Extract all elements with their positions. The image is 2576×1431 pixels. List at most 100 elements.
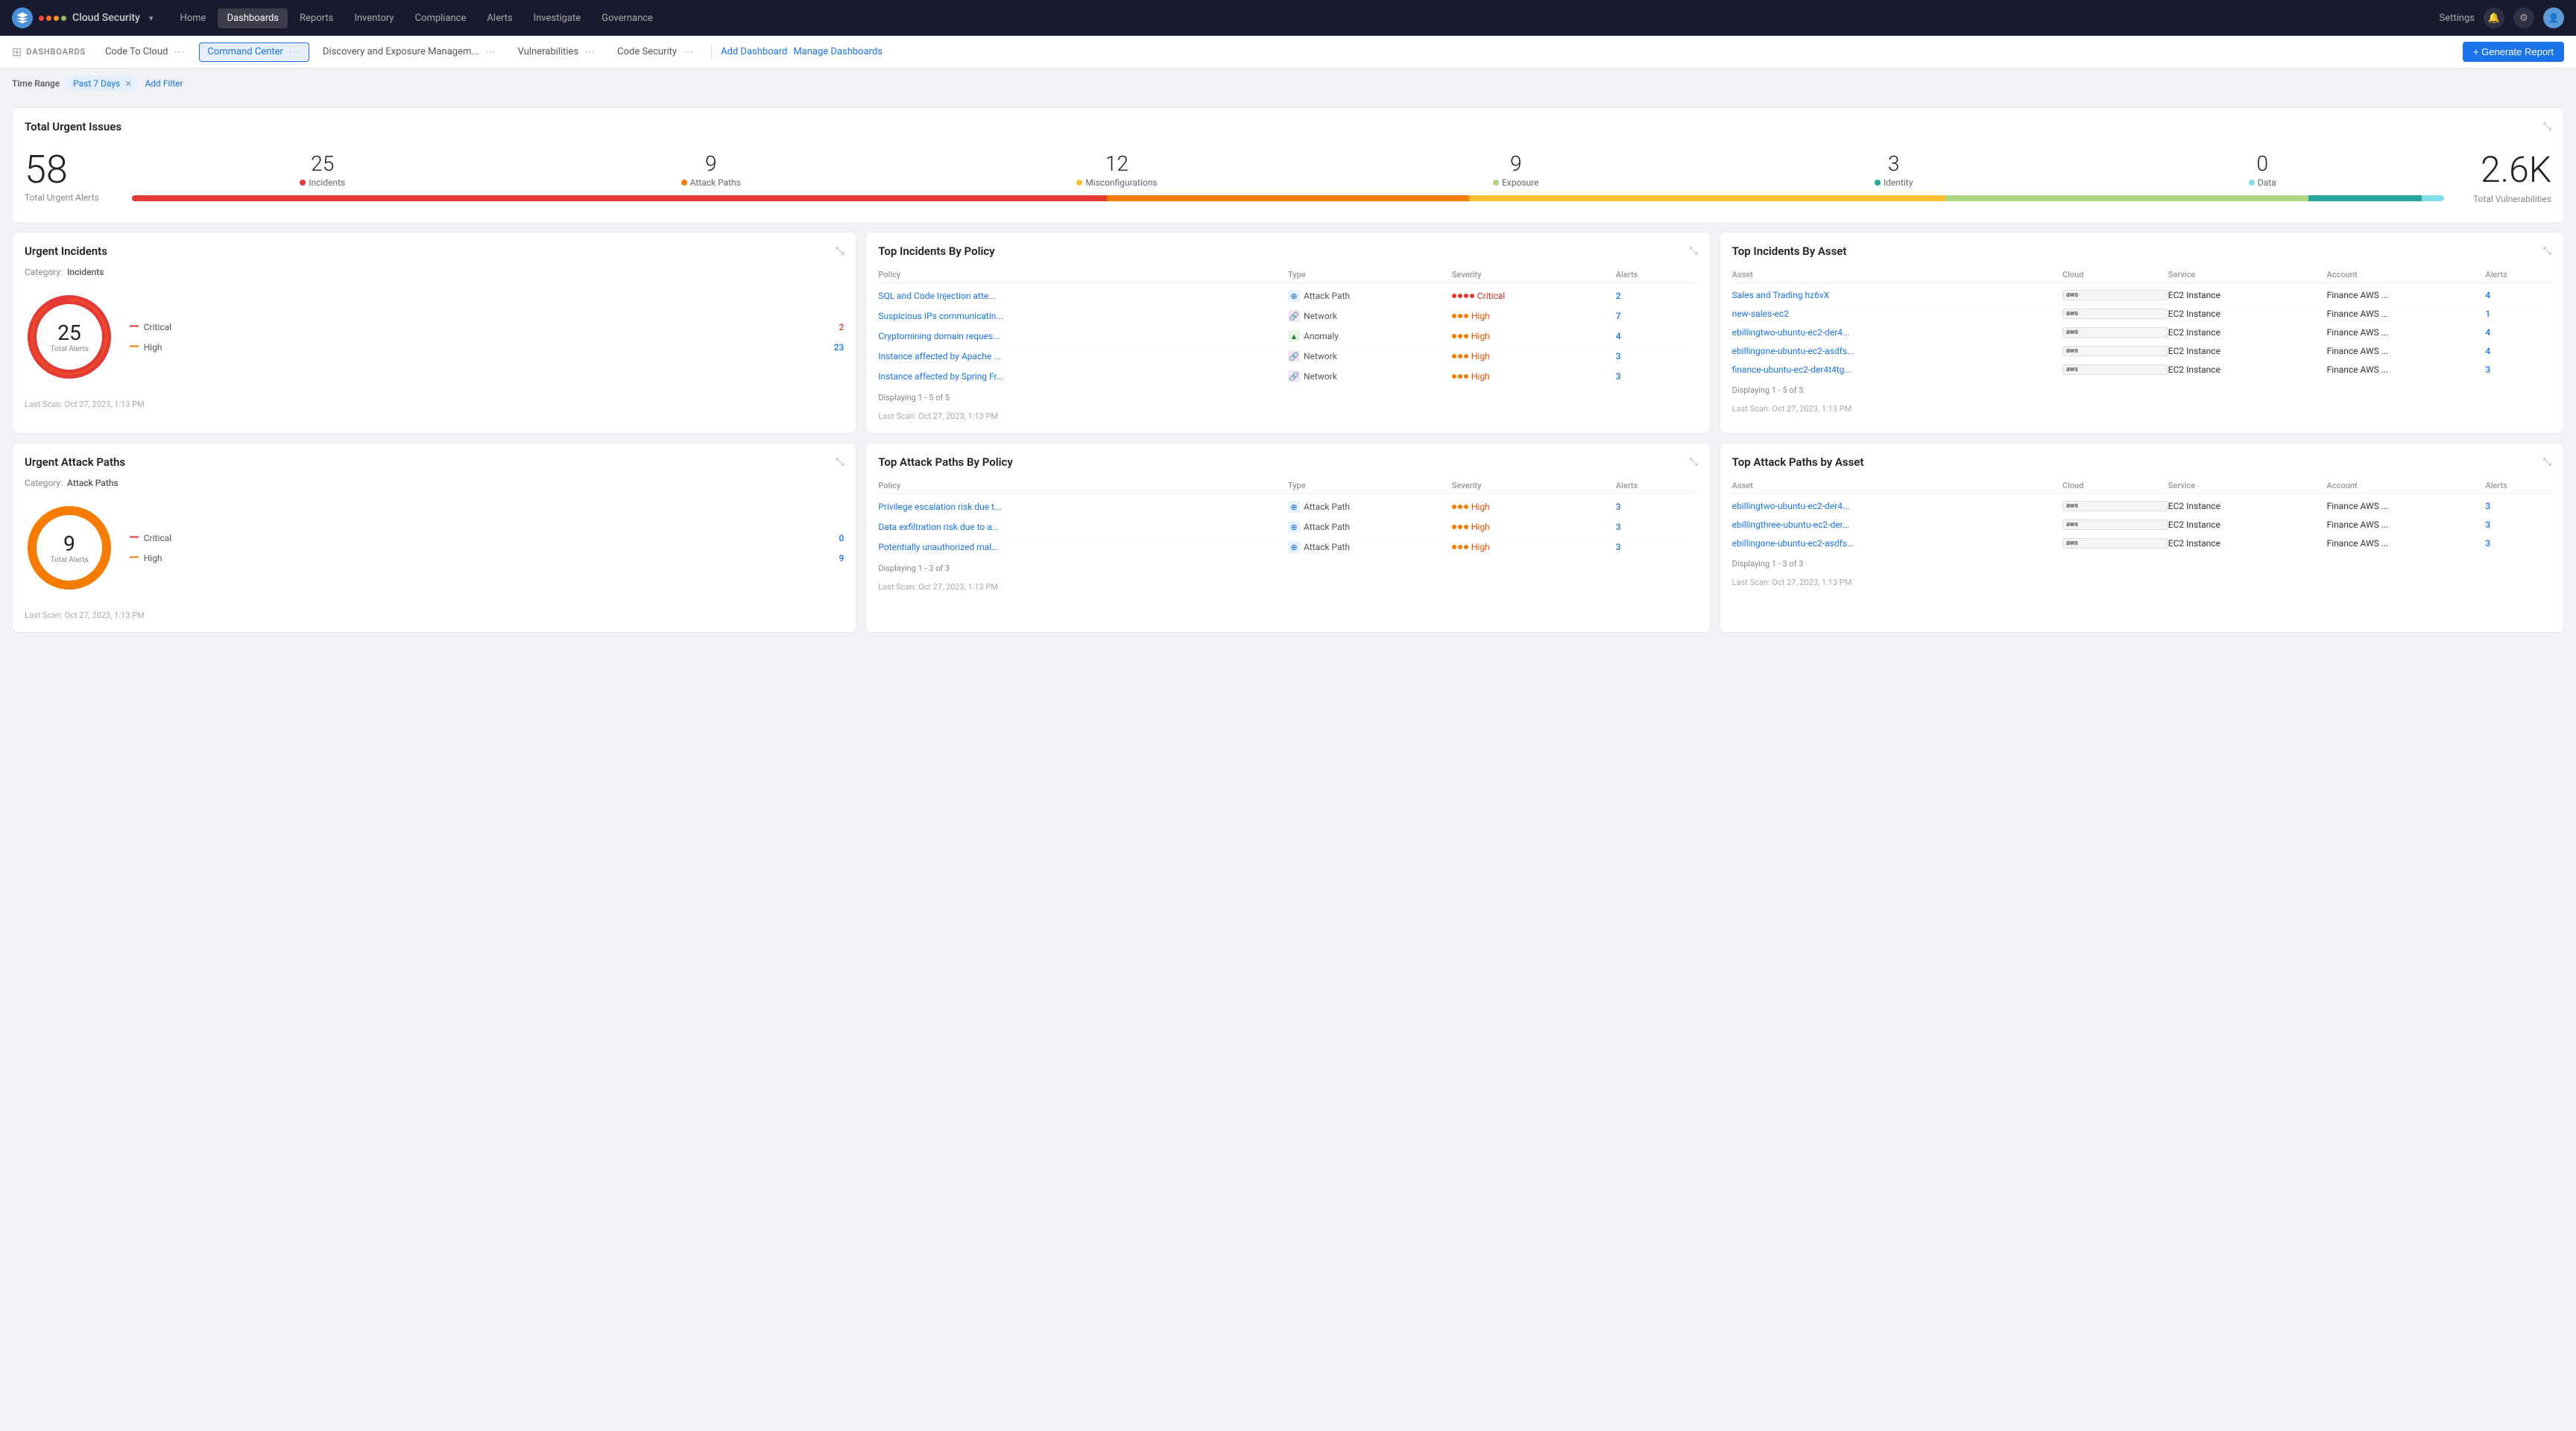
tab-command-center-label: Command Center — [207, 46, 283, 57]
high-dash: — — [129, 339, 139, 355]
nav-home[interactable]: Home — [171, 8, 215, 28]
tab-discovery-menu[interactable]: ⋯ — [484, 46, 497, 58]
expand-urgent-issues[interactable]: ⤡ — [2543, 121, 2551, 133]
alerts-count-1[interactable]: 7 — [1616, 311, 1698, 321]
expand-top-incidents-policy[interactable]: ⤡ — [1689, 245, 1697, 257]
network-icon-3: 🔗 — [1288, 370, 1300, 382]
nav-inventory[interactable]: Inventory — [345, 8, 402, 28]
total-alerts-block: 58 Total Urgent Alerts — [25, 151, 114, 203]
tab-vuln-menu[interactable]: ⋯ — [583, 46, 596, 58]
tab-code-security[interactable]: Code Security ⋯ — [610, 43, 702, 61]
incidents-asset-displaying: Displaying 1 - 5 of 5 — [1732, 385, 2551, 395]
ap-alerts-1[interactable]: 3 — [1616, 522, 1698, 532]
incidents-donut: 25 Total Alerts — [25, 292, 114, 382]
tab-vulnerabilities[interactable]: Vulnerabilities ⋯ — [511, 43, 604, 61]
nav-alerts[interactable]: Alerts — [478, 8, 521, 28]
asset-alerts-3[interactable]: 4 — [2485, 346, 2551, 356]
filter-tag-value: Past 7 Days — [73, 78, 120, 89]
tab-command-center[interactable]: Command Center ⋯ — [199, 42, 309, 62]
nav-links: Home Dashboards Reports Inventory Compli… — [171, 8, 2421, 28]
asset-alerts-1[interactable]: 1 — [2485, 309, 2551, 319]
filter-bar: Time Range Past 7 Days ✕ Add Filter — [0, 69, 2576, 98]
asset-name-0[interactable]: Sales and Trading hz6vX — [1732, 290, 2062, 300]
policy-name-0[interactable]: SQL and Code Injection atte... — [878, 291, 1288, 301]
notifications-icon[interactable]: 🔔 — [2484, 7, 2504, 28]
asset-name-1[interactable]: new-sales-ec2 — [1732, 309, 2062, 319]
expand-top-attack-asset[interactable]: ⤡ — [2543, 456, 2551, 468]
attack-high-count[interactable]: 9 — [839, 553, 845, 563]
tab-vulnerabilities-label: Vulnerabilities — [518, 46, 579, 57]
tab-code-to-cloud-label: Code To Cloud — [105, 46, 168, 57]
sev-high-count[interactable]: 23 — [834, 342, 845, 353]
alerts-count-0[interactable]: 2 — [1616, 291, 1698, 301]
sev-critical-count[interactable]: 2 — [839, 322, 845, 332]
alerts-count-2[interactable]: 4 — [1616, 331, 1698, 341]
cat-exposure: 9 Exposure — [1493, 151, 1538, 188]
ap-alerts-2[interactable]: 3 — [1616, 542, 1698, 552]
aa-alerts-2[interactable]: 3 — [2485, 538, 2551, 549]
ap-type-0: ⊕ Attack Path — [1288, 501, 1452, 513]
attack-high-dash: — — [129, 550, 139, 566]
th-aa-alerts: Alerts — [2485, 481, 2551, 490]
ap-attack-icon-0: ⊕ — [1288, 501, 1300, 513]
nav-compliance[interactable]: Compliance — [406, 8, 476, 28]
asset-alerts-4[interactable]: 3 — [2485, 364, 2551, 375]
asset-name-2[interactable]: ebillingtwo-ubuntu-ec2-der4... — [1732, 327, 2062, 338]
asset-alerts-0[interactable]: 4 — [2485, 290, 2551, 300]
tab-code-security-menu[interactable]: ⋯ — [681, 46, 695, 58]
attack-scan-label: Last Scan: Oct 27, 2023, 1:13 PM — [25, 610, 844, 620]
pb-identity — [2308, 195, 2422, 201]
tab-code-to-cloud[interactable]: Code To Cloud ⋯ — [98, 43, 193, 61]
ap-alerts-0[interactable]: 3 — [1616, 502, 1698, 512]
expand-urgent-incidents[interactable]: ⤡ — [836, 245, 844, 257]
incidents-dot — [300, 180, 306, 186]
nav-logo[interactable]: Cloud Security ▾ — [12, 7, 153, 28]
attack-policy-table-headers: Policy Type Severity Alerts — [878, 478, 1697, 494]
asset-name-3[interactable]: ebillingone-ubuntu-ec2-asdfs... — [1732, 346, 2062, 356]
asset-name-4[interactable]: finance-ubuntu-ec2-der4t4tg... — [1732, 364, 2062, 375]
nav-dashboards[interactable]: Dashboards — [218, 8, 288, 28]
time-range-filter-tag[interactable]: Past 7 Days ✕ — [67, 76, 137, 91]
aa-asset-2[interactable]: ebillingone-ubuntu-ec2-asdfs... — [1732, 538, 2062, 549]
sev-text-4: High — [1471, 371, 1490, 382]
gear-icon[interactable]: ⚙ — [2513, 7, 2534, 28]
expand-top-incidents-asset[interactable]: ⤡ — [2543, 245, 2551, 257]
attack-critical-count[interactable]: 0 — [839, 533, 845, 543]
ap-policy-2[interactable]: Potentially unauthorized mal... — [878, 542, 1288, 552]
policy-name-2[interactable]: Cryptomining domain reques... — [878, 331, 1288, 341]
generate-report-button[interactable]: + Generate Report — [2463, 42, 2564, 62]
alerts-count-4[interactable]: 3 — [1616, 371, 1698, 382]
table-row: ebillingone-ubuntu-ec2-asdfs... aws EC2 … — [1732, 342, 2551, 361]
dashboard-grid-icon: ⊞ — [12, 45, 22, 59]
aa-alerts-0[interactable]: 3 — [2485, 501, 2551, 511]
nav-governance[interactable]: Governance — [593, 8, 662, 28]
ap-policy-1[interactable]: Data exfiltration risk due to a... — [878, 522, 1288, 532]
settings-label[interactable]: Settings — [2440, 13, 2475, 24]
avatar-icon[interactable]: 👤 — [2543, 7, 2564, 28]
nav-investigate[interactable]: Investigate — [525, 8, 590, 28]
policy-name-4[interactable]: Instance affected by Spring Fr... — [878, 371, 1288, 382]
alerts-count-3[interactable]: 3 — [1616, 351, 1698, 361]
add-filter-link[interactable]: Add Filter — [145, 78, 183, 89]
aa-asset-1[interactable]: ebillingthree-ubuntu-ec2-der... — [1732, 519, 2062, 530]
top-attack-policy-header: Top Attack Paths By Policy ⤡ — [878, 455, 1697, 469]
aa-alerts-1[interactable]: 3 — [2485, 519, 2551, 530]
ap-policy-0[interactable]: Privilege escalation risk due t... — [878, 502, 1288, 512]
policy-name-1[interactable]: Suspicious IPs communicatin... — [878, 311, 1288, 321]
nav-reports[interactable]: Reports — [291, 8, 342, 28]
top-incidents-policy-card: Top Incidents By Policy ⤡ Policy Type Se… — [865, 232, 1710, 434]
manage-dashboards-link[interactable]: Manage Dashboards — [793, 46, 883, 57]
expand-top-attack-policy[interactable]: ⤡ — [1689, 456, 1697, 468]
brand-dropdown[interactable]: ▾ — [149, 13, 154, 23]
tab-code-to-cloud-menu[interactable]: ⋯ — [172, 46, 186, 58]
expand-urgent-attack[interactable]: ⤡ — [836, 456, 844, 468]
type-label-4: Network — [1304, 371, 1337, 382]
filter-tag-remove[interactable]: ✕ — [124, 79, 131, 89]
total-vulnerabilities-block: 2.6K Total Vulnerabilities — [2462, 148, 2551, 204]
aa-asset-0[interactable]: ebillingtwo-ubuntu-ec2-der4... — [1732, 501, 2062, 511]
policy-name-3[interactable]: Instance affected by Apache ... — [878, 351, 1288, 361]
tab-command-center-menu[interactable]: ⋯ — [288, 46, 301, 58]
tab-discovery[interactable]: Discovery and Exposure Managem... ⋯ — [315, 43, 505, 61]
add-dashboard-link[interactable]: Add Dashboard — [721, 46, 787, 57]
asset-alerts-2[interactable]: 4 — [2485, 327, 2551, 338]
